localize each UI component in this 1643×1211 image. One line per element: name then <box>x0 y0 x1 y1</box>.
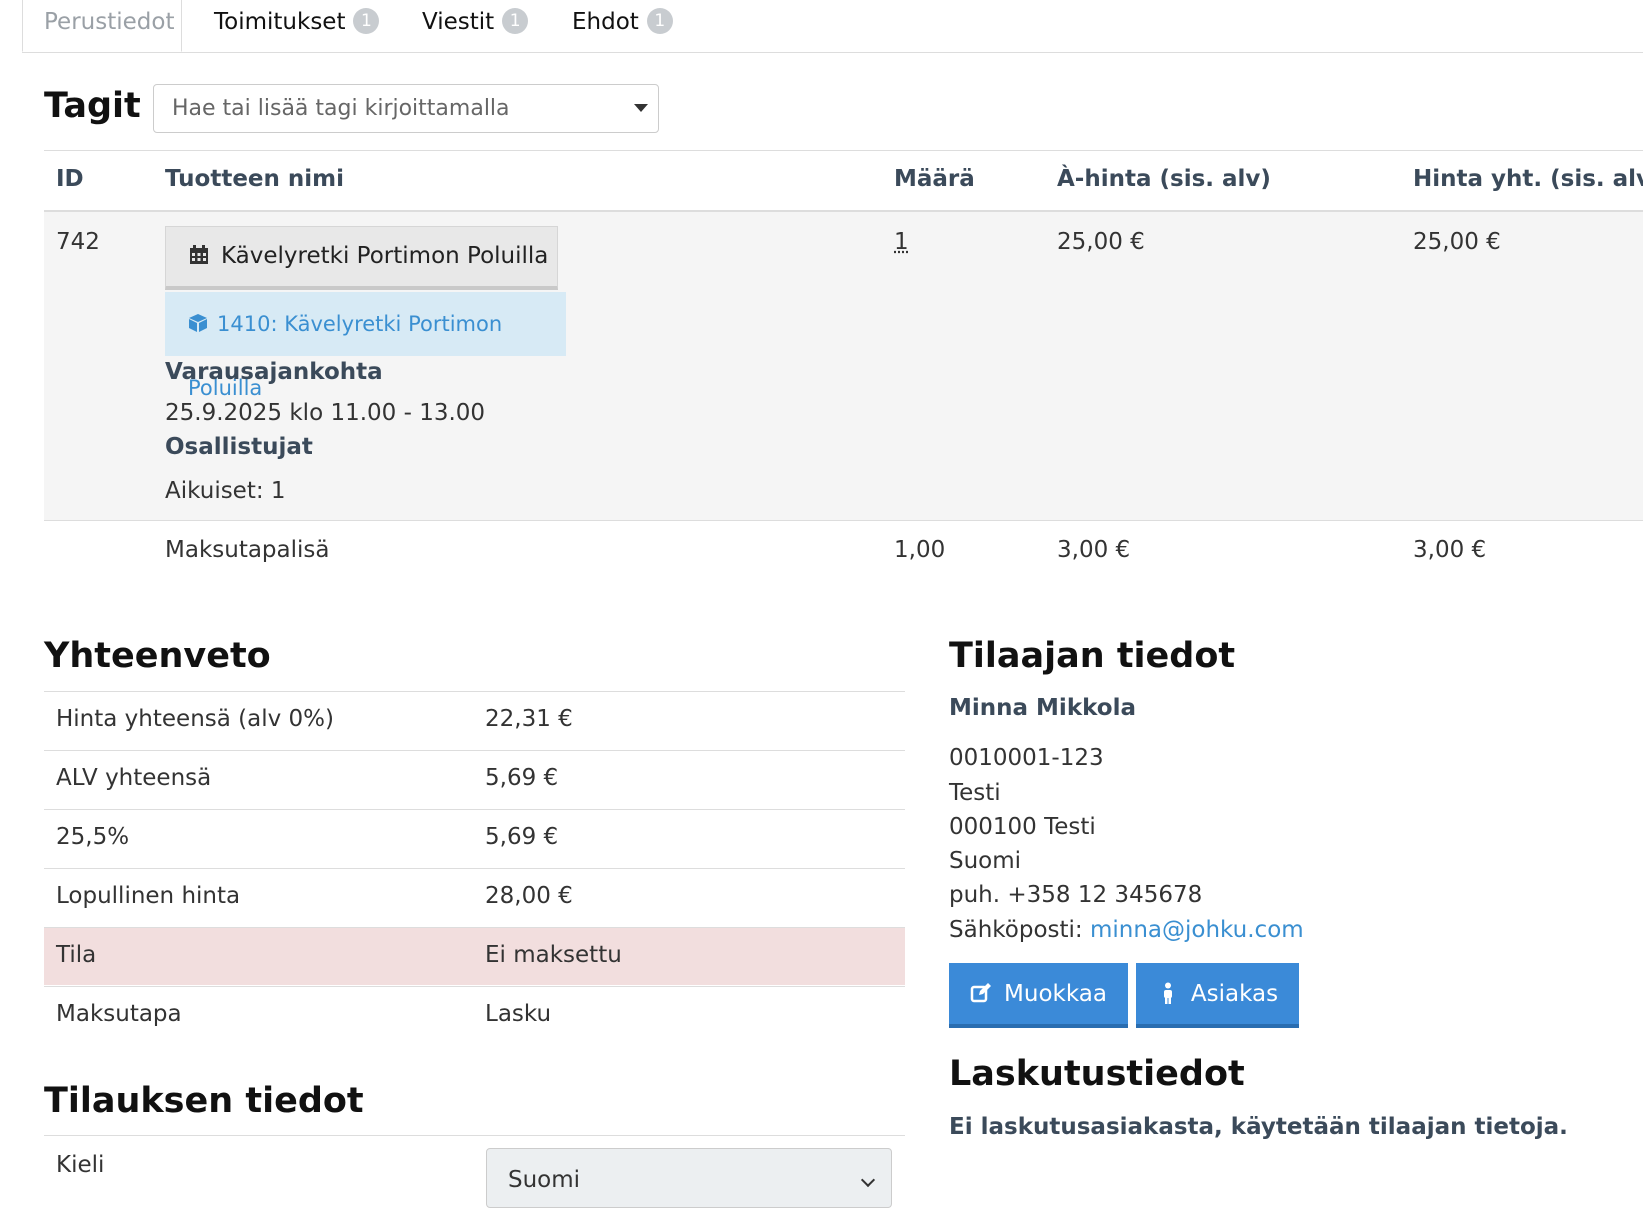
summary-heading: Yhteenveto <box>44 636 271 676</box>
order-info-heading: Tilauksen tiedot <box>44 1081 364 1121</box>
customer-button[interactable]: Asiakas <box>1136 963 1299 1028</box>
participants-value: Aikuiset: 1 <box>165 478 286 504</box>
row-unit-price: 3,00 € <box>1057 537 1131 563</box>
summary-row: Maksutapa Lasku <box>44 986 905 1044</box>
customer-country: Suomi <box>949 848 1022 874</box>
summary-value: 28,00 € <box>485 883 573 909</box>
tab-label: Perustiedot <box>44 9 175 35</box>
customer-phone: puh. +358 12 345678 <box>949 882 1203 908</box>
row-name: Maksutapalisä <box>165 537 330 563</box>
payment-status-row: Tila Ei maksettu <box>44 927 905 985</box>
table-top-border <box>44 150 1643 151</box>
customer-button-label: Asiakas <box>1190 981 1279 1007</box>
tab-label: Toimitukset <box>214 9 346 35</box>
summary-value: Lasku <box>485 1001 552 1027</box>
tab-toimitukset[interactable]: Toimitukset 1 <box>214 0 380 52</box>
count-badge: 1 <box>502 7 529 34</box>
summary-label: Maksutapa <box>56 1001 182 1027</box>
customer-id-code: 0010001-123 <box>949 745 1104 771</box>
summary-row: Lopullinen hinta 28,00 € <box>44 868 905 926</box>
summary-label: 25,5% <box>56 824 130 850</box>
product-button[interactable]: Kävelyretki Portimon Poluilla <box>165 226 558 290</box>
chevron-down-icon <box>860 1172 876 1188</box>
language-value: Suomi <box>508 1167 581 1193</box>
summary-value: 22,31 € <box>485 706 573 732</box>
cube-icon <box>189 314 207 332</box>
customer-email-line: Sähköposti: minna@johku.com <box>949 917 1304 943</box>
summary-value: 5,69 € <box>485 765 559 791</box>
tab-perustiedot[interactable]: Perustiedot <box>22 0 182 52</box>
email-link[interactable]: minna@johku.com <box>1090 917 1304 943</box>
order-info-divider <box>44 1135 905 1136</box>
tab-label: Viestit <box>422 9 495 35</box>
person-icon <box>1163 982 1172 1004</box>
product-link[interactable]: 1410: Kävelyretki Portimon Poluilla <box>165 292 566 400</box>
customer-name: Minna Mikkola <box>949 695 1136 721</box>
summary-label: Lopullinen hinta <box>56 883 241 909</box>
billing-note: Ei laskutusasiakasta, käytetään tilaajan… <box>949 1114 1568 1140</box>
tags-heading: Tagit <box>44 86 141 126</box>
booking-time-label: Varausajankohta <box>165 359 383 385</box>
row-qty[interactable]: 1 <box>894 229 909 255</box>
row-divider <box>44 520 1643 521</box>
summary-label: Hinta yhteensä (alv 0%) <box>56 706 334 732</box>
summary-label: ALV yhteensä <box>56 765 212 791</box>
booking-time-value: 25.9.2025 klo 11.00 - 13.00 <box>165 400 486 426</box>
email-label: Sähköposti: <box>949 917 1083 943</box>
col-header-unit-price: À-hinta (sis. alv) <box>1057 166 1271 192</box>
row-unit-price: 25,00 € <box>1057 229 1145 255</box>
customer-heading: Tilaajan tiedot <box>949 636 1236 676</box>
summary-value: 5,69 € <box>485 824 559 850</box>
col-header-total: Hinta yht. (sis. alv) <box>1413 166 1643 192</box>
customer-postal: 000100 Testi <box>949 814 1096 840</box>
count-badge: 1 <box>353 7 380 34</box>
participants-label: Osallistujat <box>165 434 313 460</box>
col-header-name: Tuotteen nimi <box>165 166 345 192</box>
row-qty: 1,00 <box>894 537 946 563</box>
calendar-icon <box>190 244 208 264</box>
col-header-id: ID <box>56 166 84 192</box>
count-badge: 1 <box>646 7 673 34</box>
edit-button-label: Muokkaa <box>1004 981 1107 1007</box>
row-total: 3,00 € <box>1413 537 1487 563</box>
tag-search-placeholder: Hae tai lisää tagi kirjoittamalla <box>172 96 510 121</box>
language-select[interactable]: Suomi <box>486 1148 892 1208</box>
edit-button[interactable]: Muokkaa <box>949 963 1128 1028</box>
language-label: Kieli <box>56 1152 105 1178</box>
tab-label: Ehdot <box>572 9 639 35</box>
tag-search-select[interactable]: Hae tai lisää tagi kirjoittamalla <box>153 84 659 133</box>
payment-status-value: Ei maksettu <box>485 942 622 968</box>
customer-address: Testi <box>949 780 1001 806</box>
billing-heading: Laskutustiedot <box>949 1054 1245 1094</box>
row-total: 25,00 € <box>1413 229 1501 255</box>
summary-row: ALV yhteensä 5,69 € <box>44 750 905 808</box>
summary-label: Tila <box>56 942 97 968</box>
summary-row: 25,5% 5,69 € <box>44 809 905 867</box>
tab-ehdot[interactable]: Ehdot 1 <box>572 0 673 52</box>
caret-down-icon[interactable] <box>634 104 648 112</box>
summary-row: Hinta yhteensä (alv 0%) 22,31 € <box>44 691 905 749</box>
product-name: Kävelyretki Portimon Poluilla <box>221 243 549 269</box>
edit-icon <box>970 982 992 1002</box>
row-id: 742 <box>56 229 100 255</box>
tab-viestit[interactable]: Viestit 1 <box>422 0 529 52</box>
col-header-qty: Määrä <box>894 166 975 192</box>
